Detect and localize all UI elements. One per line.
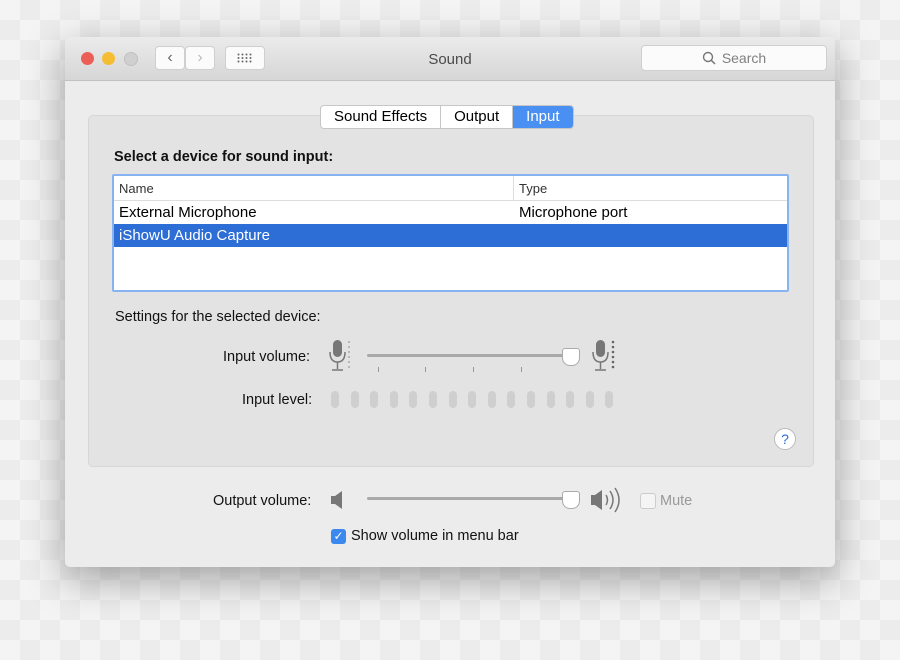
slider-tick: [473, 367, 474, 372]
input-level-segment: [487, 391, 496, 408]
device-type: Microphone port: [519, 204, 628, 221]
speaker-high-icon: [591, 487, 620, 513]
output-volume-slider[interactable]: [367, 497, 572, 500]
checkmark-icon: ✓: [333, 529, 344, 543]
mute-label: Mute: [660, 493, 693, 509]
slider-tick: [378, 367, 379, 372]
tab-input[interactable]: Input: [513, 106, 573, 128]
speaker-low-icon: [331, 491, 342, 509]
input-level-segment: [370, 391, 379, 408]
input-level-segment: [429, 391, 437, 408]
table-row-selected[interactable]: iShowU Audio Capture: [114, 224, 787, 247]
input-level-segment: [448, 391, 457, 408]
show-volume-label: Show volume in menu bar: [351, 528, 519, 544]
question-icon: ?: [781, 431, 789, 447]
device-name: iShowU Audio Capture: [119, 227, 270, 244]
output-volume-knob[interactable]: [562, 491, 580, 509]
title-bar: ‹ › Sound Search: [65, 37, 835, 81]
column-name[interactable]: Name: [114, 176, 514, 200]
input-volume-label: Input volume:: [223, 349, 311, 365]
show-volume-checkbox[interactable]: ✓: [331, 529, 346, 544]
input-level-segment: [350, 391, 359, 408]
search-icon: [702, 51, 716, 65]
input-level-segment: [409, 391, 418, 408]
input-level-segment: [566, 391, 575, 408]
input-volume-slider[interactable]: [367, 354, 572, 357]
microphone-low-icon: [329, 340, 350, 371]
device-table: Name Type External Microphone Microphone…: [112, 174, 789, 292]
microphone-high-icon: [592, 340, 615, 371]
tab-output[interactable]: Output: [441, 106, 514, 128]
slider-tick: [425, 367, 426, 372]
input-level-segment: [507, 391, 516, 408]
help-button[interactable]: ?: [774, 428, 796, 450]
column-type[interactable]: Type: [514, 176, 547, 200]
search-input[interactable]: Search: [641, 45, 827, 71]
settings-label: Settings for the selected device:: [115, 309, 321, 325]
input-volume-knob[interactable]: [562, 348, 580, 366]
table-row[interactable]: External Microphone Microphone port: [114, 201, 787, 224]
input-level-segment: [546, 391, 555, 408]
input-level-segment: [331, 391, 339, 408]
input-level-label: Input level:: [242, 392, 313, 408]
input-level-segment: [585, 391, 594, 408]
sound-window: ‹ › Sound Search Sound Effects Output In…: [65, 37, 835, 567]
mute-checkbox[interactable]: [640, 493, 656, 509]
device-heading: Select a device for sound input:: [114, 149, 334, 165]
output-volume-label: Output volume:: [213, 493, 312, 509]
input-level-segment: [468, 391, 477, 408]
tab-bar: Sound Effects Output Input: [320, 105, 574, 129]
input-level-segment: [389, 391, 398, 408]
table-header: Name Type: [114, 176, 787, 201]
input-level-segment: [527, 391, 535, 408]
input-level-segment: [605, 391, 614, 408]
tab-sound-effects[interactable]: Sound Effects: [321, 106, 442, 128]
slider-tick: [521, 367, 522, 372]
search-placeholder: Search: [721, 50, 767, 66]
device-name: External Microphone: [119, 204, 257, 221]
